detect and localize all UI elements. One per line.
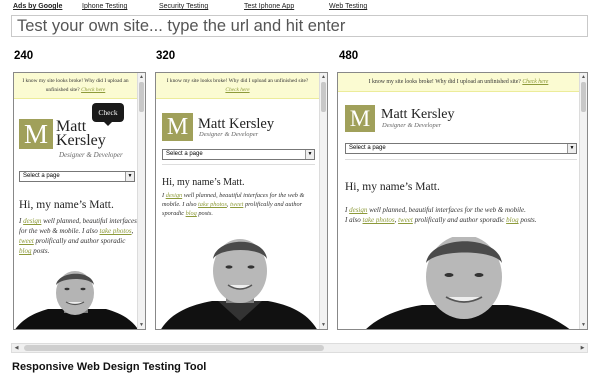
- notice-link[interactable]: Check here: [81, 87, 105, 93]
- link-design[interactable]: design: [349, 206, 367, 214]
- profile-photo: [161, 239, 317, 329]
- link-take-photos[interactable]: take photos: [363, 216, 395, 224]
- chevron-down-icon: ▼: [567, 144, 576, 153]
- nav-web-testing[interactable]: Web Testing: [329, 3, 367, 10]
- notice-text: I know my site looks broke! Why did I up…: [22, 78, 129, 93]
- link-tweet[interactable]: tweet: [230, 201, 243, 208]
- frame-scrollbar[interactable]: ▲ ▼: [137, 73, 145, 329]
- check-tooltip: Check: [92, 103, 124, 126]
- notice-text: I know my site looks broke! Why did I up…: [166, 78, 309, 84]
- frame-width-label-320: 320: [156, 50, 176, 62]
- logo-mark: M: [19, 119, 53, 149]
- frame-viewport: I know my site looks broke! Why did I up…: [156, 73, 319, 329]
- greeting: Hi, my name’s Matt.: [19, 199, 114, 211]
- page-select-value: Select a page: [349, 145, 386, 151]
- notice-banner: I know my site looks broke! Why did I up…: [14, 73, 137, 99]
- notice-link[interactable]: Check here: [522, 79, 548, 85]
- notice-link[interactable]: Check here: [225, 87, 249, 93]
- frame-viewport: I know my site looks broke! Why did I up…: [338, 73, 579, 329]
- link-design[interactable]: design: [23, 217, 41, 225]
- preview-frame-480[interactable]: I know my site looks broke! Why did I up…: [337, 72, 588, 330]
- page-select-value: Select a page: [166, 151, 203, 157]
- scroll-thumb[interactable]: [581, 82, 586, 112]
- preview-frame-320[interactable]: I know my site looks broke! Why did I up…: [155, 72, 328, 330]
- frame-width-label-480: 480: [339, 50, 359, 62]
- profile-photo: [366, 237, 570, 329]
- link-blog[interactable]: blog: [186, 210, 197, 217]
- logo-name: Matt Kersley: [381, 107, 455, 122]
- divider: [345, 159, 577, 160]
- logo-tagline: Designer & Developer: [199, 131, 259, 138]
- logo-tagline: Designer & Developer: [382, 122, 442, 129]
- intro-text: I design well planned, beautiful interfa…: [19, 217, 137, 255]
- intro-text: I design well planned, beautiful interfa…: [345, 206, 537, 224]
- divider: [162, 164, 315, 165]
- greeting: Hi, my name’s Matt.: [345, 181, 440, 193]
- scroll-up-icon[interactable]: ▲: [580, 73, 587, 81]
- frame-width-label-240: 240: [14, 50, 34, 62]
- page-title: Responsive Web Design Testing Tool: [12, 361, 207, 373]
- nav-iphone-testing[interactable]: Iphone Testing: [82, 3, 127, 10]
- page-select[interactable]: Select a page ▼: [19, 171, 135, 182]
- notice-text: I know my site looks broke! Why did I up…: [368, 79, 521, 85]
- logo-mark: M: [162, 113, 193, 141]
- link-design[interactable]: design: [166, 192, 182, 199]
- scroll-down-icon[interactable]: ▼: [580, 321, 587, 329]
- notice-banner: I know my site looks broke! Why did I up…: [156, 73, 319, 99]
- link-take-photos[interactable]: take photos: [100, 227, 132, 235]
- intro-text: I design well planned, beautiful interfa…: [162, 192, 305, 217]
- preview-frame-240[interactable]: I know my site looks broke! Why did I up…: [13, 72, 146, 330]
- frame-scrollbar[interactable]: ▲ ▼: [579, 73, 587, 329]
- notice-banner: I know my site looks broke! Why did I up…: [338, 73, 579, 92]
- horizontal-scrollbar[interactable]: ◀ ▶: [11, 343, 588, 353]
- logo-tagline: Designer & Developer: [59, 151, 123, 159]
- scroll-left-icon[interactable]: ◀: [12, 344, 21, 352]
- chevron-down-icon: ▼: [125, 172, 134, 181]
- scroll-right-icon[interactable]: ▶: [578, 344, 587, 352]
- scroll-up-icon[interactable]: ▲: [320, 73, 327, 81]
- scroll-down-icon[interactable]: ▼: [320, 321, 327, 329]
- page-select[interactable]: Select a page ▼: [345, 143, 577, 154]
- horizontal-scroll-thumb[interactable]: [24, 345, 324, 351]
- link-blog[interactable]: blog: [506, 216, 518, 224]
- scroll-thumb[interactable]: [139, 82, 144, 112]
- scroll-up-icon[interactable]: ▲: [138, 73, 145, 81]
- nav-test-iphone-app[interactable]: Test Iphone App: [244, 3, 294, 10]
- logo-name-last: Kersley: [56, 132, 106, 149]
- logo-name: Matt Kersley: [56, 119, 106, 149]
- frame-scrollbar[interactable]: ▲ ▼: [319, 73, 327, 329]
- top-nav: Ads by Google Iphone Testing Security Te…: [0, 0, 590, 14]
- link-tweet[interactable]: tweet: [398, 216, 413, 224]
- nav-ads-by-google[interactable]: Ads by Google: [13, 3, 62, 10]
- link-take-photos[interactable]: take photos: [198, 201, 227, 208]
- scroll-down-icon[interactable]: ▼: [138, 321, 145, 329]
- profile-photo: [15, 271, 137, 329]
- link-tweet[interactable]: tweet: [19, 237, 34, 245]
- logo-mark: M: [345, 105, 375, 132]
- greeting: Hi, my name’s Matt.: [162, 177, 245, 188]
- logo-name: Matt Kersley: [198, 116, 275, 132]
- url-input[interactable]: [11, 15, 588, 37]
- page-select[interactable]: Select a page ▼: [162, 149, 315, 160]
- link-blog[interactable]: blog: [19, 247, 31, 255]
- nav-security-testing[interactable]: Security Testing: [159, 3, 208, 10]
- chevron-down-icon: ▼: [305, 150, 314, 159]
- scroll-thumb[interactable]: [321, 82, 326, 112]
- page-select-value: Select a page: [23, 173, 60, 179]
